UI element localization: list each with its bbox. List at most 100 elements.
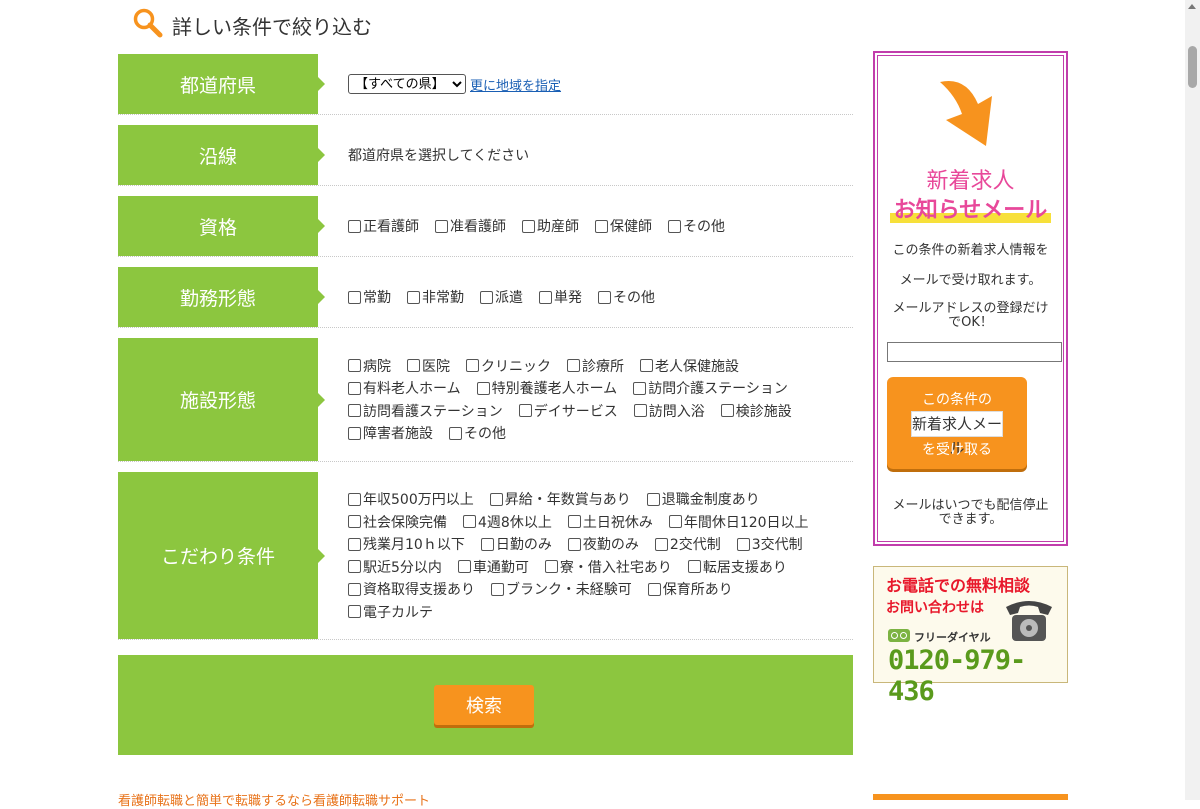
checkbox[interactable] [476,381,490,395]
checkbox[interactable] [736,537,750,551]
checkbox-option[interactable]: 駅近5分以内 [348,557,442,577]
checkbox[interactable] [348,515,361,529]
checkbox-option[interactable]: 有料老人ホーム [348,378,461,398]
checkbox[interactable] [348,537,361,551]
checkbox-label: 昇給・年数賞与あり [504,492,631,509]
checkbox[interactable] [348,560,361,574]
checkbox[interactable] [539,290,552,304]
checkbox-option[interactable]: 車通勤可 [457,557,529,577]
checkbox[interactable] [449,426,462,440]
scroll-up-icon[interactable] [1188,4,1196,9]
checkbox[interactable] [407,359,420,373]
prefecture-select[interactable]: 【すべての県】 [348,74,466,94]
checkbox-option[interactable]: 正看護師 [348,216,419,236]
checkbox-option[interactable]: 昇給・年数賞与あり [489,489,631,509]
checkbox-option[interactable]: デイサービス [518,401,618,421]
checkbox-option[interactable]: 准看護師 [435,216,506,236]
page-scrollbar[interactable] [1185,0,1200,800]
checkbox-option[interactable]: 単発 [539,287,582,307]
checkbox-option[interactable]: 特別養護老人ホーム [476,378,617,398]
checkbox-option[interactable]: 日勤のみ [480,534,552,554]
checkbox-option[interactable]: 助産師 [522,216,579,236]
checkbox[interactable] [348,404,361,418]
region-link[interactable]: 更に地域を指定 [470,75,561,94]
checkbox-option[interactable]: 2交代制 [654,534,721,554]
checkbox[interactable] [348,381,361,395]
checkbox-option[interactable]: 資格取得支援あり [348,579,475,599]
checkbox-option[interactable]: 障害者施設 [348,423,433,443]
checkbox[interactable] [348,582,361,596]
checkbox[interactable] [567,359,580,373]
checkbox[interactable] [567,515,581,529]
checkbox-option[interactable]: 年間休日120日以上 [668,512,809,532]
checkbox[interactable] [598,290,611,304]
checkbox[interactable] [457,560,471,574]
checkbox-option[interactable]: 寮・借入社宅あり [544,557,672,577]
checkbox[interactable] [668,219,681,233]
checkbox-option[interactable]: その他 [449,423,506,443]
checkbox[interactable] [567,537,581,551]
checkbox[interactable] [480,537,494,551]
checkbox-option[interactable]: 保健師 [595,216,652,236]
search-button[interactable]: 検索 [434,685,534,725]
checkbox-option[interactable]: 夜勤のみ [567,534,639,554]
checkbox-label: 非常勤 [422,290,464,306]
checkbox[interactable] [720,404,734,418]
checkbox[interactable] [633,404,647,418]
checkbox-option[interactable]: 訪問入浴 [633,401,705,421]
checkbox-option[interactable]: 訪問看護ステーション [348,401,503,421]
checkbox[interactable] [348,426,361,440]
checkbox[interactable] [348,290,361,304]
checkbox[interactable] [518,404,532,418]
checkbox-option[interactable]: 保育所あり [647,579,733,599]
checkbox-option[interactable]: 訪問介護ステーション [633,378,788,398]
checkbox-option[interactable]: 派遣 [480,287,523,307]
checkbox-option[interactable]: 年収500万円以上 [348,489,474,509]
checkbox-option[interactable]: 退職金制度あり [646,489,760,509]
checkbox[interactable] [646,492,660,506]
checkbox[interactable] [640,359,653,373]
checkbox-option[interactable]: 土日祝休み [567,512,653,532]
checkbox[interactable] [407,290,420,304]
checkbox-label: 障害者施設 [363,426,433,443]
checkbox-option[interactable]: その他 [668,216,725,236]
email-input[interactable] [887,342,1062,362]
checkbox[interactable] [348,605,361,619]
checkbox[interactable] [633,381,647,395]
checkbox-option[interactable]: 3交代制 [736,534,803,554]
checkbox[interactable] [348,359,361,373]
phone-consult-banner[interactable]: お電話での無料相談 お問い合わせは フリーダイヤル 0120-979-436 [873,566,1068,707]
checkbox[interactable] [687,560,701,574]
checkbox-option[interactable]: 常勤 [348,287,391,307]
checkbox-option[interactable]: 残業月10ｈ以下 [348,534,465,554]
checkbox-option[interactable]: 電子カルテ [348,602,433,622]
checkbox[interactable] [491,582,504,596]
subscribe-button[interactable]: この条件の 新着求人メール を受け取る [887,377,1027,469]
checkbox[interactable] [480,290,493,304]
checkbox[interactable] [522,219,535,233]
checkbox-option[interactable]: 診療所 [567,356,624,376]
checkbox[interactable] [489,492,503,506]
checkbox[interactable] [595,219,608,233]
checkbox[interactable] [544,560,558,574]
checkbox[interactable] [463,515,476,529]
checkbox[interactable] [348,492,361,506]
checkbox-option[interactable]: ブランク・未経験可 [491,579,632,599]
checkbox[interactable] [435,219,448,233]
checkbox[interactable] [466,359,479,373]
scrollbar-thumb[interactable] [1188,46,1197,88]
checkbox-option[interactable]: その他 [598,287,655,307]
checkbox-option[interactable]: 医院 [407,356,450,376]
checkbox-option[interactable]: 非常勤 [407,287,464,307]
checkbox-option[interactable]: 4週8休以上 [463,512,552,532]
checkbox-option[interactable]: クリニック [466,356,551,376]
checkbox[interactable] [668,515,682,529]
checkbox[interactable] [654,537,668,551]
checkbox-option[interactable]: 転居支援あり [687,557,787,577]
checkbox-option[interactable]: 検診施設 [720,401,792,421]
checkbox[interactable] [348,219,361,233]
checkbox-option[interactable]: 病院 [348,356,391,376]
checkbox-option[interactable]: 社会保険完備 [348,512,447,532]
checkbox[interactable] [647,582,661,596]
checkbox-option[interactable]: 老人保健施設 [640,356,739,376]
